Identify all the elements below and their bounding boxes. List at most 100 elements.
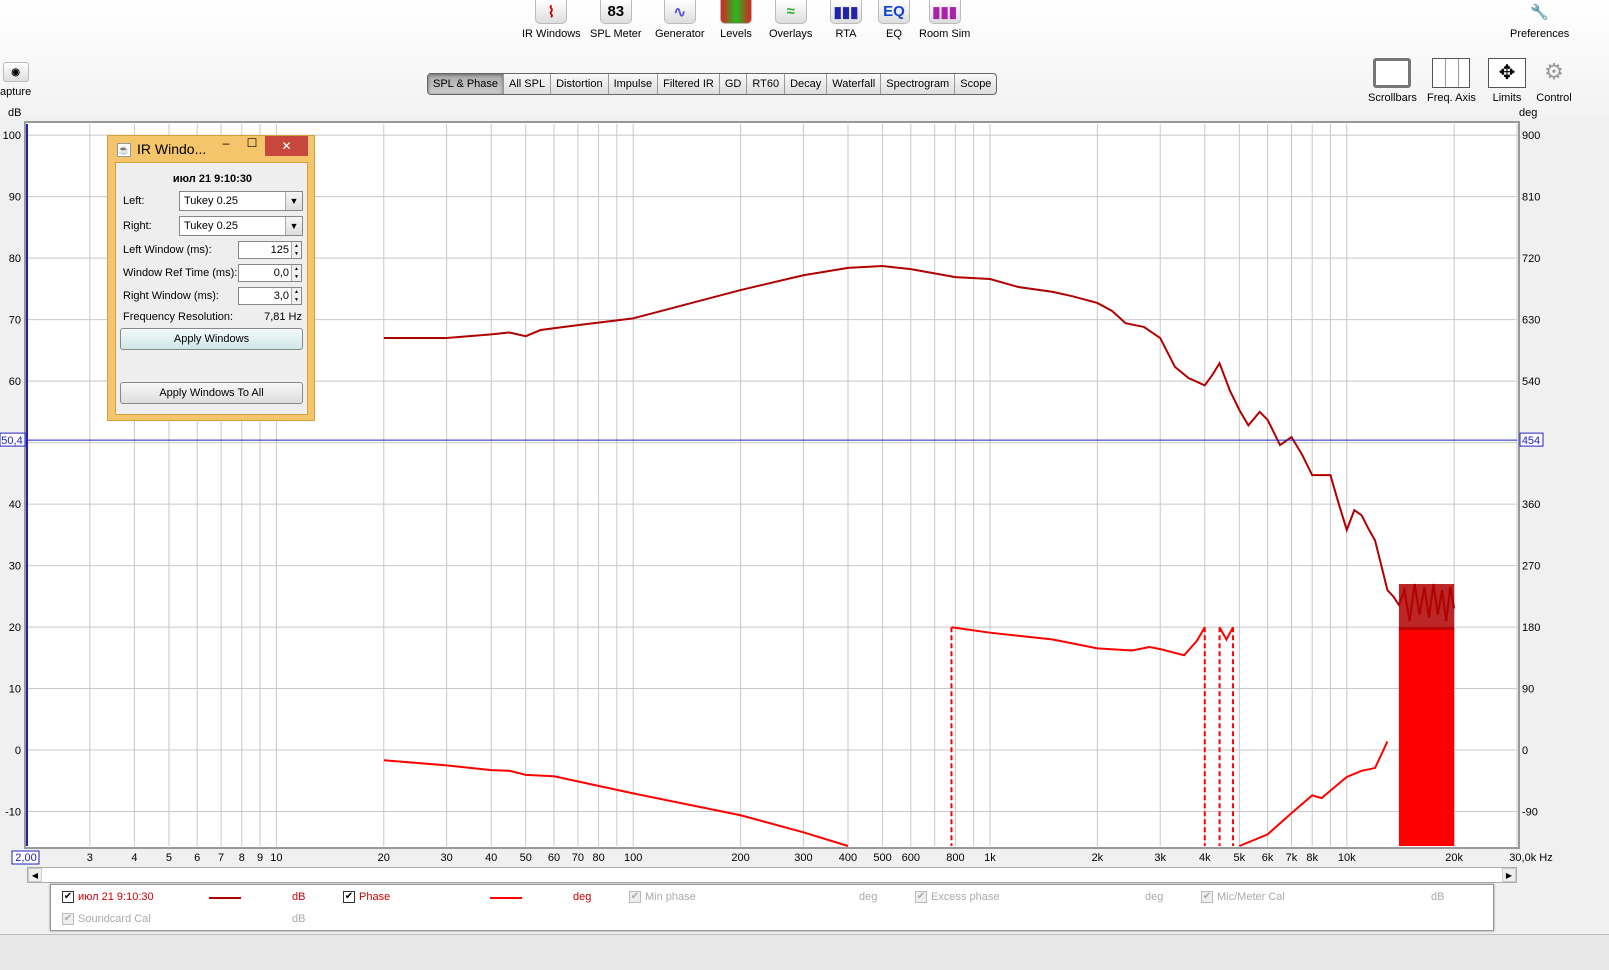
graph-tabs: SPL & Phase All SPL Distortion Impulse Filte…: [427, 73, 998, 95]
limits-icon: ✥: [1488, 58, 1526, 88]
control-button[interactable]: ⚙ Control: [1535, 58, 1573, 104]
tab-all-spl[interactable]: All SPL: [504, 74, 552, 94]
preferences-button[interactable]: 🔧 Preferences: [1510, 0, 1569, 40]
overlays-button[interactable]: ≈ Overlays: [769, 0, 812, 40]
legend-checkbox[interactable]: ✔: [343, 891, 355, 903]
scroll-right-arrow[interactable]: ▶: [1502, 868, 1516, 882]
chevron-down-icon: ▼: [285, 192, 302, 210]
x-tick-label: 10: [270, 852, 282, 864]
x-tick-label: 300: [794, 852, 812, 864]
generator-button[interactable]: ∿ Generator: [655, 0, 705, 40]
freq-axis-button[interactable]: Freq. Axis: [1427, 58, 1476, 104]
x-tick-label: 5: [166, 852, 172, 864]
freq-axis-icon: [1432, 58, 1471, 88]
main-toolbar: ⌇ IR Windows 83 SPL Meter ∿ Generator Level…: [0, 0, 1609, 119]
tab-rt60[interactable]: RT60: [747, 74, 786, 94]
left-window-label: Left Window (ms):: [123, 244, 212, 256]
horizontal-scrollbar[interactable]: ◀ ▶: [27, 867, 1517, 883]
left-window-type-value: Tukey 0.25: [184, 195, 239, 207]
legend-checkbox[interactable]: ✔: [62, 891, 74, 903]
legend-item: ✔ июл 21 9:10:30: [62, 891, 154, 903]
tab-decay[interactable]: Decay: [785, 74, 828, 94]
apply-windows-to-all-button[interactable]: Apply Windows To All: [120, 382, 303, 404]
room-sim-icon: ▮▮▮: [928, 0, 961, 24]
minimize-button[interactable]: –: [216, 136, 236, 156]
legend-label: июл 21 9:10:30: [78, 891, 154, 903]
y2-tick-label: 540: [1522, 376, 1540, 388]
freq-res-value: 7,81 Hz: [264, 311, 302, 323]
x-tick-label: 1k: [984, 852, 996, 864]
eq-button[interactable]: EQ EQ: [878, 0, 910, 40]
y-tick-label: 60: [9, 376, 21, 388]
legend-item: ✔ Mic/Meter Cal: [1201, 891, 1285, 903]
ref-time-input[interactable]: 0,0 ▲ ▼: [238, 264, 302, 282]
dialog-body: июл 21 9:10:30 Left: Tukey 0.25 ▼ Right: …: [115, 162, 308, 415]
ir-windows-button[interactable]: ⌇ IR Windows: [522, 0, 581, 40]
x-tick-label: 20: [378, 852, 390, 864]
x-tick-label: 600: [902, 852, 920, 864]
x-tick-label: 6: [194, 852, 200, 864]
tab-distortion[interactable]: Distortion: [551, 74, 609, 94]
x-tick-label: 30: [440, 852, 452, 864]
tab-waterfall[interactable]: Waterfall: [827, 74, 882, 94]
status-bar: [0, 934, 1609, 970]
spinner-arrows-icon[interactable]: ▲ ▼: [291, 242, 301, 258]
left-window-input[interactable]: 125 ▲ ▼: [238, 241, 302, 259]
y2-tick-label: 180: [1522, 622, 1540, 634]
y-tick-label: 0: [15, 745, 21, 757]
y-tick-label: 90: [9, 192, 21, 204]
spl-meter-icon: 83: [599, 0, 632, 24]
tab-spectrogram[interactable]: Spectrogram: [881, 74, 956, 94]
ref-time-value: 0,0: [273, 267, 289, 279]
tab-scope[interactable]: Scope: [955, 74, 996, 94]
y2-tick-label: -90: [1522, 807, 1538, 819]
y2-tick-label: 630: [1522, 315, 1540, 327]
tab-gd[interactable]: GD: [720, 74, 748, 94]
tab-impulse[interactable]: Impulse: [609, 74, 659, 94]
scrollbars-button[interactable]: Scrollbars: [1368, 58, 1417, 104]
legend-unit: deg: [573, 891, 592, 903]
legend-unit: deg: [1145, 891, 1164, 903]
x-tick-label: 80: [592, 852, 604, 864]
room-sim-button[interactable]: ▮▮▮ Room Sim: [919, 0, 970, 40]
tab-filtered-ir[interactable]: Filtered IR: [658, 74, 720, 94]
y-tick-label: 40: [9, 499, 21, 511]
ir-windows-dialog: ☕ IR Windo... – ☐ ✕ июл 21 9:10:30 Left:…: [107, 135, 315, 421]
legend-checkbox[interactable]: ✔: [62, 913, 74, 925]
legend-checkbox[interactable]: ✔: [915, 891, 927, 903]
legend-checkbox[interactable]: ✔: [1201, 891, 1213, 903]
x-tick-label: 3: [87, 852, 93, 864]
maximize-button[interactable]: ☐: [242, 136, 262, 156]
rta-button[interactable]: ▮▮▮ RTA: [830, 0, 862, 40]
limits-button[interactable]: ✥ Limits: [1488, 58, 1526, 104]
left-window-type-select[interactable]: Tukey 0.25 ▼: [179, 191, 303, 211]
dialog-titlebar[interactable]: ☕ IR Windo... – ☐ ✕: [108, 136, 314, 162]
freq-res-label: Frequency Resolution:: [123, 311, 234, 323]
y2-tick-label: 90: [1522, 684, 1534, 696]
right-window-type-select[interactable]: Tukey 0.25 ▼: [179, 216, 303, 236]
left-window-value: 125: [270, 244, 289, 256]
levels-button[interactable]: Levels: [720, 0, 752, 40]
spinner-arrows-icon[interactable]: ▲ ▼: [291, 288, 301, 304]
y-tick-label: 10: [9, 684, 21, 696]
spinner-arrows-icon[interactable]: ▲ ▼: [291, 265, 301, 281]
x-tick-label: 70: [572, 852, 584, 864]
right-window-input[interactable]: 3,0 ▲ ▼: [238, 287, 302, 305]
x-tick-label: 3k: [1154, 852, 1166, 864]
tab-spl-phase[interactable]: SPL & Phase: [428, 74, 505, 94]
y2-tick-label: 270: [1522, 561, 1540, 573]
scroll-left-arrow[interactable]: ◀: [28, 868, 42, 882]
capture-button[interactable]: ◉ apture: [0, 62, 31, 98]
close-button[interactable]: ✕: [265, 136, 308, 156]
x-tick-label: 200: [731, 852, 749, 864]
legend-checkbox[interactable]: ✔: [629, 891, 641, 903]
gear-icon: ⚙: [1544, 59, 1564, 84]
scrollbars-icon: [1373, 58, 1412, 88]
x-tick-label: 2k: [1092, 852, 1104, 864]
spl-meter-button[interactable]: 83 SPL Meter: [590, 0, 642, 40]
x-tick-label: 30,0k Hz: [1509, 852, 1552, 864]
right-window-type-value: Tukey 0.25: [184, 220, 239, 232]
legend-line-swatch: [490, 897, 522, 899]
x-tick-label: 500: [873, 852, 891, 864]
apply-windows-button[interactable]: Apply Windows: [120, 328, 303, 350]
